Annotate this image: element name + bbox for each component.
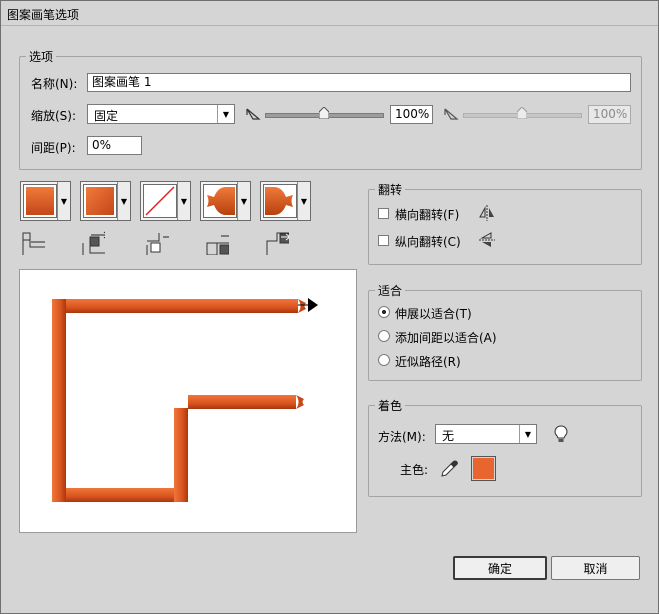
outer-corner-tile-swatch bbox=[83, 184, 117, 218]
brush-preview bbox=[19, 269, 357, 533]
cancel-button[interactable]: 取消 bbox=[551, 556, 640, 580]
fit-legend: 适合 bbox=[378, 284, 403, 298]
colorization-group: 着色 bbox=[368, 397, 642, 497]
inner-corner-tile-icon bbox=[146, 233, 169, 255]
end-tile-button[interactable]: ▼ bbox=[260, 181, 311, 221]
flip-group: 翻转 bbox=[368, 181, 642, 265]
chevron-down-icon[interactable]: ▼ bbox=[57, 182, 70, 220]
chevron-down-icon: ▼ bbox=[217, 105, 234, 123]
min-scale-icon bbox=[246, 108, 261, 120]
chevron-down-icon[interactable]: ▼ bbox=[117, 182, 130, 220]
method-label: 方法(M): bbox=[378, 430, 426, 444]
side-tile-swatch bbox=[23, 184, 57, 218]
spacing-label: 间距(P): bbox=[31, 141, 76, 155]
key-color-swatch[interactable] bbox=[471, 456, 496, 481]
scale-percent-input[interactable]: 100% bbox=[390, 105, 433, 124]
chevron-down-icon[interactable]: ▼ bbox=[297, 182, 310, 220]
side-tile-icon bbox=[22, 232, 45, 255]
fit-add-space-radio[interactable] bbox=[378, 330, 390, 342]
method-select-value: 无 bbox=[442, 429, 455, 443]
chevron-down-icon[interactable]: ▼ bbox=[177, 182, 190, 220]
key-color-label: 主色: bbox=[400, 463, 429, 477]
title-bar: 图案画笔选项 bbox=[1, 1, 658, 26]
no-tile-icon bbox=[145, 186, 175, 216]
end-tile-preview-icon bbox=[265, 187, 293, 215]
name-input[interactable]: 图案画笔 1 bbox=[87, 73, 631, 92]
flip-vertical-checkbox[interactable] bbox=[378, 235, 389, 246]
chevron-down-icon[interactable]: ▼ bbox=[237, 182, 250, 220]
outer-corner-tile-icon bbox=[82, 231, 105, 255]
fit-approximate-path-label[interactable]: 近似路径(R) bbox=[395, 353, 461, 370]
end-tile-swatch bbox=[263, 184, 297, 218]
fit-approximate-path-radio[interactable] bbox=[378, 354, 390, 366]
fit-add-space-label[interactable]: 添加间距以适合(A) bbox=[395, 329, 497, 346]
fit-stretch-label[interactable]: 伸展以适合(T) bbox=[395, 305, 472, 322]
end-tile-icon bbox=[266, 232, 289, 255]
fit-stretch-radio[interactable] bbox=[378, 306, 390, 318]
window-title: 图案画笔选项 bbox=[7, 8, 80, 22]
spacing-input[interactable]: 0% bbox=[87, 136, 142, 155]
ok-button[interactable]: 确定 bbox=[453, 556, 547, 580]
start-tile-button[interactable]: ▼ bbox=[200, 181, 251, 221]
start-tile-icon bbox=[206, 235, 229, 255]
brush-stroke-preview bbox=[52, 298, 318, 502]
max-scale-icon bbox=[444, 108, 459, 120]
key-color-fill bbox=[473, 458, 494, 479]
eyedropper-icon[interactable] bbox=[440, 460, 458, 478]
flip-horizontal-label[interactable]: 横向翻转(F) bbox=[395, 206, 459, 223]
outer-corner-tile-button[interactable]: ▼ bbox=[80, 181, 131, 221]
options-legend: 选项 bbox=[29, 50, 54, 64]
start-tile-preview-icon bbox=[207, 187, 235, 215]
colorization-legend: 着色 bbox=[378, 399, 403, 413]
inner-corner-tile-button[interactable]: ▼ bbox=[140, 181, 191, 221]
side-tile-preview-icon bbox=[26, 187, 54, 215]
scale-max-percent-input: 100% bbox=[588, 105, 631, 124]
flip-legend: 翻转 bbox=[378, 183, 403, 197]
side-tile-button[interactable]: ▼ bbox=[20, 181, 71, 221]
method-select[interactable]: 无 ▼ bbox=[435, 424, 537, 444]
scale-max-slider-thumb bbox=[517, 107, 527, 119]
flip-vertical-label[interactable]: 纵向翻转(C) bbox=[395, 233, 461, 250]
outer-corner-tile-preview-icon bbox=[86, 187, 114, 215]
name-label: 名称(N): bbox=[31, 77, 78, 91]
scale-slider-thumb[interactable] bbox=[319, 107, 329, 119]
flip-horizontal-checkbox[interactable] bbox=[378, 208, 389, 219]
scale-select[interactable]: 固定 ▼ bbox=[87, 104, 235, 124]
pattern-brush-options-dialog: 图案画笔选项 选项 名称(N): 图案画笔 1 缩放(S): 固定 ▼ 100%… bbox=[0, 0, 659, 614]
flip-vertical-icon bbox=[479, 232, 495, 247]
chevron-down-icon: ▼ bbox=[519, 425, 536, 443]
start-tile-swatch bbox=[203, 184, 237, 218]
scale-label: 缩放(S): bbox=[31, 109, 77, 123]
scale-select-value: 固定 bbox=[94, 109, 119, 123]
lightbulb-tips-icon[interactable] bbox=[554, 425, 568, 443]
flip-horizontal-icon bbox=[479, 205, 494, 221]
inner-corner-tile-swatch bbox=[143, 184, 177, 218]
